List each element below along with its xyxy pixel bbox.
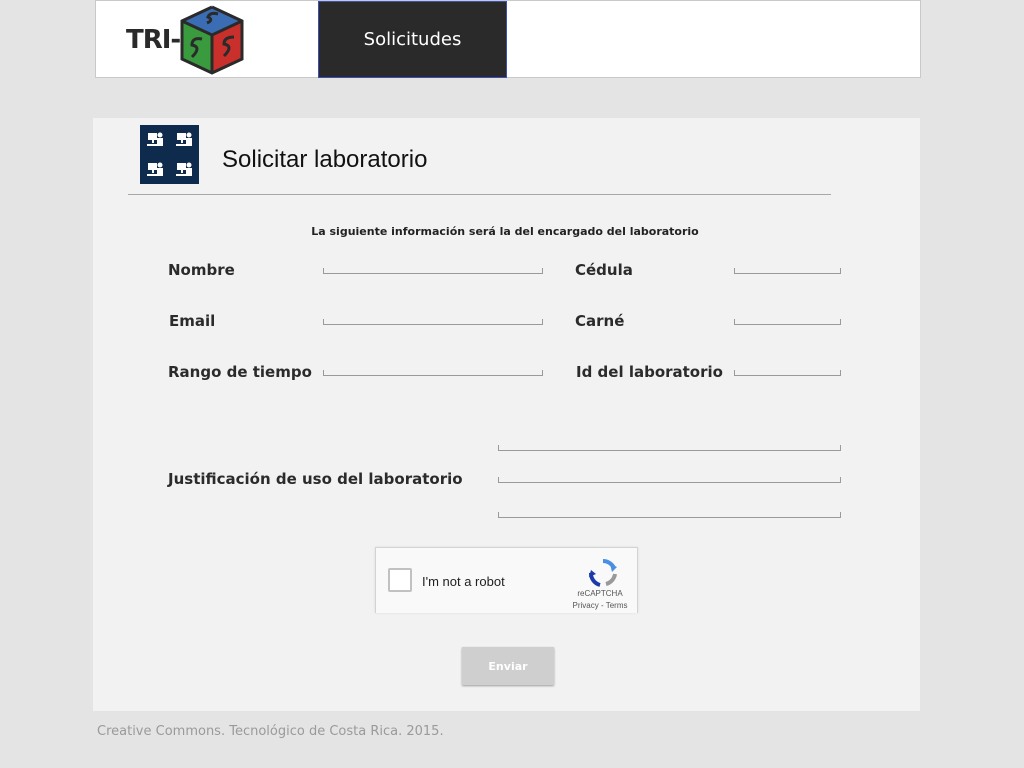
title-divider — [128, 194, 831, 195]
footer-text: Creative Commons. Tecnológico de Costa R… — [97, 724, 444, 739]
recaptcha-brand: reCAPTCHA — [577, 589, 623, 598]
nombre-label: Nombre — [168, 261, 235, 279]
enviar-button[interactable]: Enviar — [462, 647, 554, 685]
id-lab-field[interactable] — [734, 370, 841, 376]
id-lab-label: Id del laboratorio — [576, 363, 723, 381]
tab-solicitudes[interactable]: Solicitudes — [318, 1, 507, 78]
recaptcha-links[interactable]: Privacy - Terms — [572, 601, 628, 610]
request-form-card: Solicitar laboratorio La siguiente infor… — [93, 118, 920, 711]
recaptcha-widget: I'm not a robot reCAPTCHA Privacy - Term… — [375, 547, 638, 613]
logo-text: TRI- — [126, 25, 181, 55]
email-field[interactable] — [323, 319, 543, 325]
justificacion-line-3[interactable] — [498, 512, 841, 518]
nombre-field[interactable] — [323, 268, 543, 274]
tri-ss-logo[interactable]: TRI- — [124, 5, 248, 75]
recaptcha-checkbox[interactable] — [388, 568, 412, 592]
rango-label: Rango de tiempo — [168, 363, 312, 381]
form-subtitle: La siguiente información será la del enc… — [311, 225, 699, 238]
cedula-field[interactable] — [734, 268, 841, 274]
site-header: TRI- Solicitudes — [95, 0, 921, 78]
computer-lab-icon — [140, 125, 199, 184]
carne-label: Carné — [575, 312, 625, 330]
recaptcha-icon — [589, 558, 617, 587]
email-label: Email — [169, 312, 216, 330]
cedula-label: Cédula — [575, 261, 633, 279]
justificacion-label: Justificación de uso del laboratorio — [168, 470, 463, 488]
justificacion-line-1[interactable] — [498, 445, 841, 451]
cube-logo-icon — [180, 5, 244, 75]
recaptcha-label: I'm not a robot — [422, 574, 505, 589]
carne-field[interactable] — [734, 319, 841, 325]
rango-field[interactable] — [323, 370, 543, 376]
justificacion-line-2[interactable] — [498, 477, 841, 483]
page-title: Solicitar laboratorio — [222, 146, 428, 173]
